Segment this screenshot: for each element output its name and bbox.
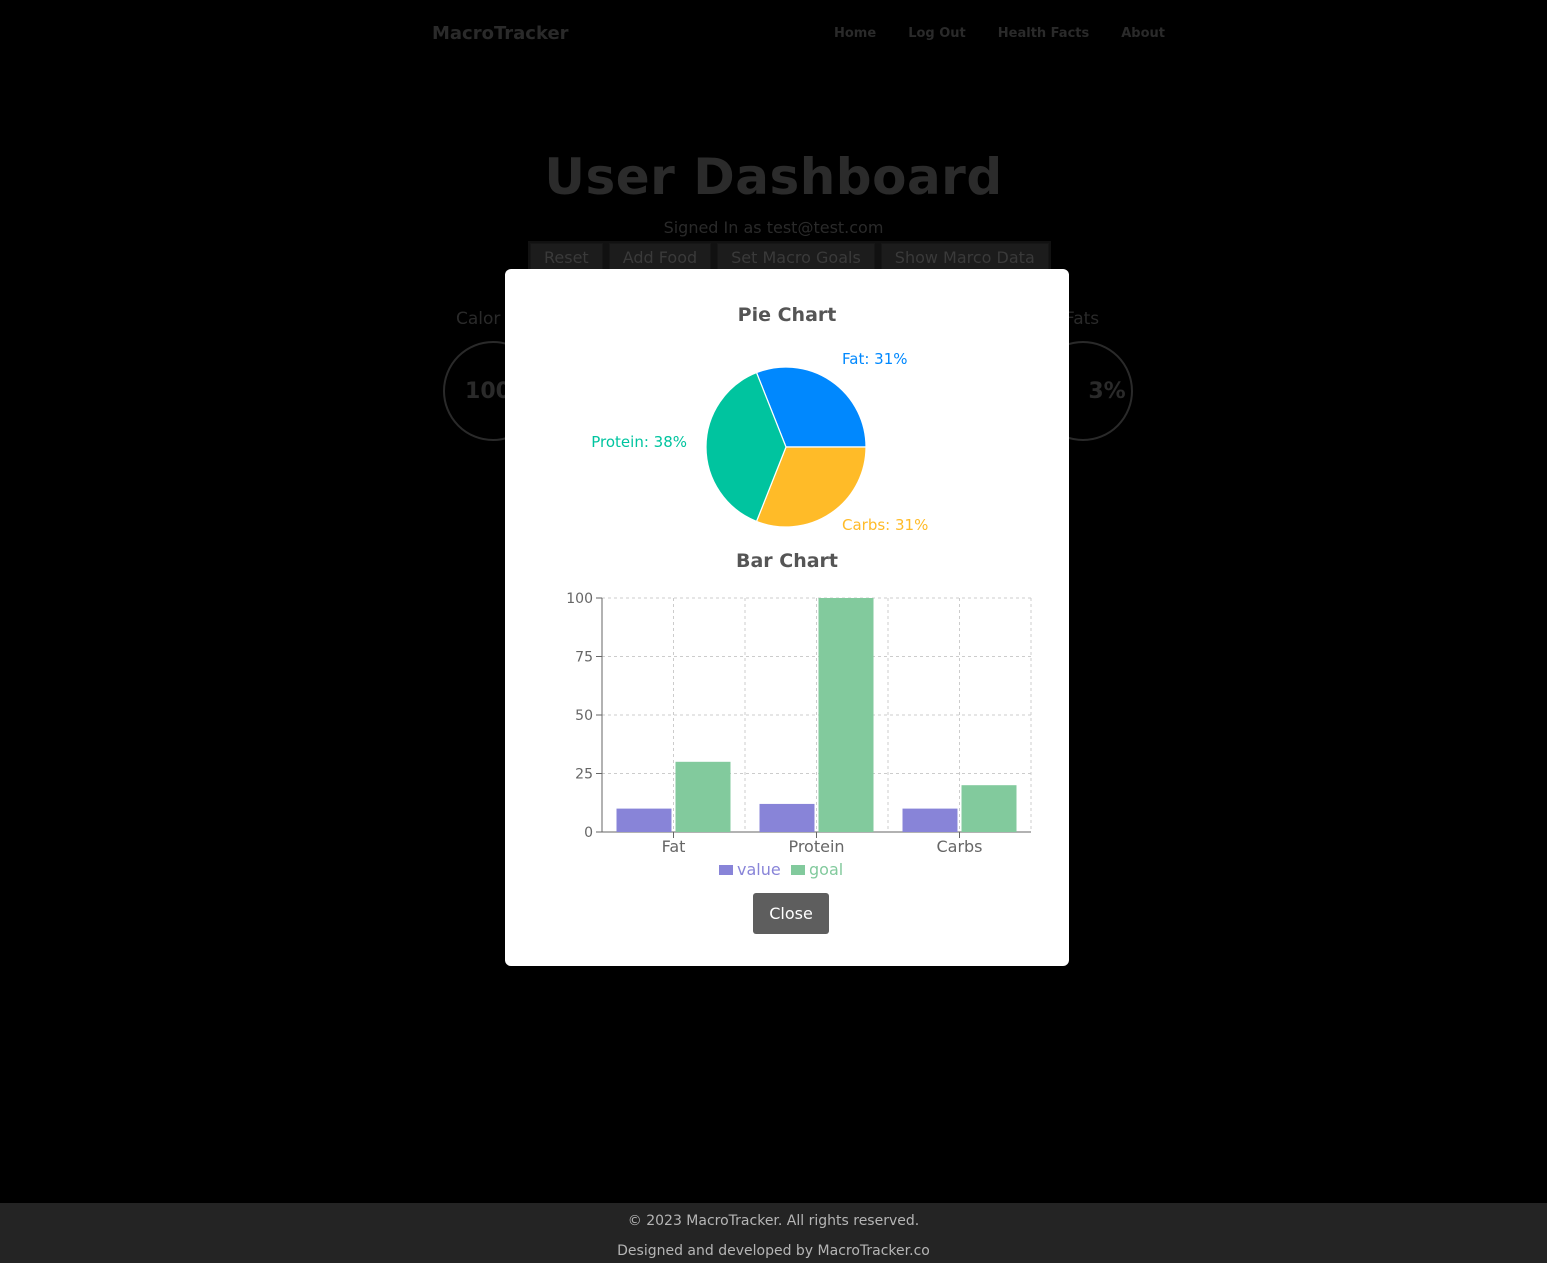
y-tick-label: 0 xyxy=(584,825,593,841)
y-tick-label: 75 xyxy=(575,650,593,666)
signed-in-text: Signed In as test@test.com xyxy=(663,218,884,237)
bar-goal-fat[interactable] xyxy=(675,761,731,832)
footer-copyright: © 2023 MacroTracker. All rights reserved… xyxy=(627,1213,920,1229)
fats-label: Fats xyxy=(1065,309,1100,329)
fats-progress-value: 3% xyxy=(1088,378,1126,404)
nav-link-home[interactable]: Home xyxy=(834,26,876,41)
bar-goal-carbs[interactable] xyxy=(961,785,1017,832)
pie-label-protein: Protein: 38% xyxy=(591,433,687,451)
page-title: User Dashboard xyxy=(544,148,1003,206)
x-tick-label: Carbs xyxy=(936,837,982,856)
nav-link-about[interactable]: About xyxy=(1121,26,1165,41)
x-tick-label: Fat xyxy=(662,837,686,856)
bar-goal-protein[interactable] xyxy=(818,598,874,832)
x-tick-label: Protein xyxy=(788,837,844,856)
footer: © 2023 MacroTracker. All rights reserved… xyxy=(0,1203,1547,1263)
brand-logo[interactable]: MacroTracker xyxy=(432,23,569,44)
y-tick-label: 50 xyxy=(575,708,593,724)
pie-label-carbs: Carbs: 31% xyxy=(842,516,928,534)
y-tick-label: 25 xyxy=(575,767,593,783)
page: MacroTracker Home Log Out Health Facts A… xyxy=(0,0,1547,1263)
navbar: MacroTracker Home Log Out Health Facts A… xyxy=(0,0,1547,70)
nav-link-health-facts[interactable]: Health Facts xyxy=(998,26,1089,41)
footer-credit: Designed and developed by MacroTracker.c… xyxy=(617,1243,930,1259)
bar-value-fat[interactable] xyxy=(616,808,672,832)
calories-label: Calor xyxy=(456,309,501,329)
legend-swatch-value xyxy=(719,865,733,875)
legend-label-value: value xyxy=(737,860,781,879)
macro-data-modal: Pie Chart Fat: 31% Carbs: 31% Protein: 38%… xyxy=(505,269,1069,966)
legend-label-goal: goal xyxy=(809,860,843,879)
pie-label-fat: Fat: 31% xyxy=(842,350,908,368)
close-button[interactable]: Close xyxy=(753,893,829,934)
pie-chart: Fat: 31% Carbs: 31% Protein: 38% xyxy=(591,350,928,534)
nav-link-logout[interactable]: Log Out xyxy=(908,26,966,41)
legend-swatch-goal xyxy=(791,865,805,875)
y-tick-label: 100 xyxy=(566,591,593,607)
bar-value-protein[interactable] xyxy=(759,803,815,832)
bar-value-carbs[interactable] xyxy=(902,808,958,832)
bar-chart-title: Bar Chart xyxy=(735,550,839,572)
nav-links: Home Log Out Health Facts About xyxy=(834,26,1197,41)
bar-chart: 0 25 50 75 100 Fat Protein Carbs value goal xyxy=(566,591,1032,879)
